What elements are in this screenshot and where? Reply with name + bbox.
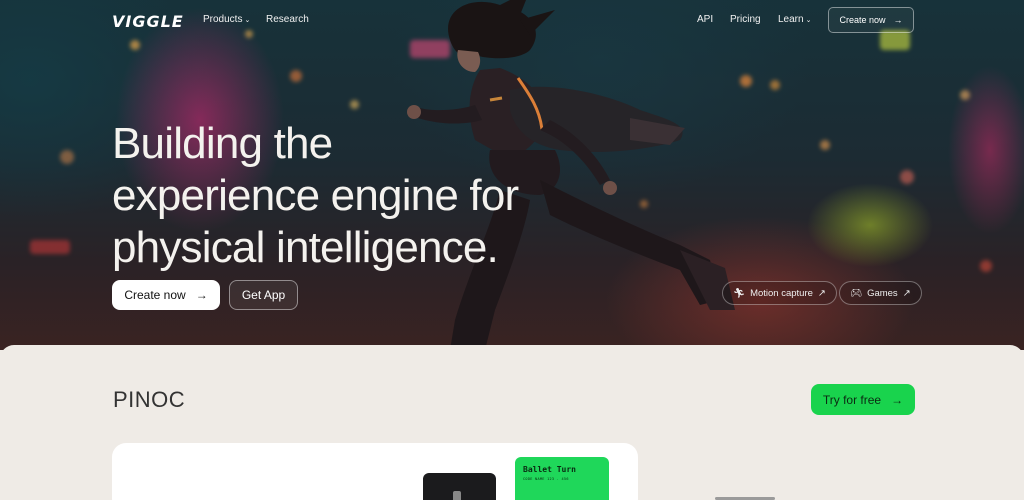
motion-info-card[interactable]: Ballet Turn CODE NAME 123 . 456 bbox=[515, 457, 609, 500]
arrow-right-icon: → bbox=[891, 392, 904, 407]
chip-games-label: Games bbox=[867, 287, 898, 299]
bokeh-light bbox=[980, 260, 992, 272]
pinoc-section: PINOC Try for free → Ballet Turn CODE NA… bbox=[0, 345, 1024, 500]
nav-learn-label: Learn bbox=[778, 14, 804, 25]
nav-learn[interactable]: Learn ⌄ bbox=[778, 14, 811, 25]
get-app-label: Get App bbox=[241, 288, 286, 302]
headline-line-1: Building the bbox=[112, 119, 333, 168]
chevron-down-icon: ⌄ bbox=[244, 17, 251, 24]
get-app-button[interactable]: Get App bbox=[229, 280, 298, 310]
nav-products-label: Products bbox=[203, 14, 243, 25]
arrow-right-icon: → bbox=[195, 288, 208, 302]
chip-motion-capture-label: Motion capture bbox=[750, 287, 813, 299]
chip-games[interactable]: 🎮︎ Games ↗ bbox=[839, 281, 922, 305]
running-person-icon: 🏃︎ bbox=[733, 287, 746, 299]
motion-subtitle: CODE NAME 123 . 456 bbox=[523, 477, 569, 481]
nav-create-now-label: Create now bbox=[839, 15, 886, 25]
bokeh-light bbox=[960, 90, 970, 100]
nav-research[interactable]: Research bbox=[266, 14, 309, 25]
headline-line-2: experience engine for bbox=[112, 171, 519, 220]
hero-create-now-label: Create now bbox=[124, 288, 186, 302]
nav-api[interactable]: API bbox=[697, 14, 713, 25]
arrow-up-right-icon: ↗ bbox=[902, 287, 911, 299]
gamepad-icon: 🎮︎ bbox=[850, 287, 863, 299]
motion-title: Ballet Turn bbox=[523, 465, 576, 474]
bokeh-light bbox=[290, 70, 302, 82]
bokeh-light bbox=[900, 170, 914, 184]
video-thumbnail[interactable] bbox=[423, 473, 496, 500]
dancer-figure bbox=[453, 491, 461, 500]
chevron-down-icon: ⌄ bbox=[805, 17, 812, 24]
bokeh-light bbox=[770, 80, 780, 90]
arrow-right-icon: → bbox=[893, 15, 903, 25]
section-title: PINOC bbox=[113, 387, 186, 412]
bokeh-light bbox=[30, 240, 70, 254]
top-nav: VIGGLE Products ⌄ Research API Pricing Le… bbox=[0, 0, 1024, 40]
nav-pricing[interactable]: Pricing bbox=[730, 14, 761, 25]
nav-create-now-button[interactable]: Create now → bbox=[828, 7, 914, 33]
hero-section: VIGGLE Products ⌄ Research API Pricing Le… bbox=[0, 0, 1024, 350]
bokeh-light bbox=[350, 100, 359, 109]
arrow-up-right-icon: ↗ bbox=[817, 287, 826, 299]
try-for-free-label: Try for free bbox=[822, 392, 882, 407]
bokeh-light bbox=[820, 140, 830, 150]
chip-motion-capture[interactable]: 🏃︎ Motion capture ↗ bbox=[722, 281, 837, 305]
hero-create-now-button[interactable]: Create now → bbox=[112, 280, 220, 310]
bokeh-light bbox=[60, 150, 74, 164]
hero-headline: Building the experience engine for physi… bbox=[112, 118, 632, 274]
showcase-card: Ballet Turn CODE NAME 123 . 456 bbox=[112, 443, 638, 500]
headline-line-3: physical intelligence. bbox=[112, 223, 499, 272]
bokeh-light bbox=[130, 40, 140, 50]
nav-products[interactable]: Products ⌄ bbox=[203, 14, 250, 25]
viggle-logo[interactable]: VIGGLE bbox=[112, 12, 184, 31]
try-for-free-button[interactable]: Try for free → bbox=[811, 384, 915, 415]
